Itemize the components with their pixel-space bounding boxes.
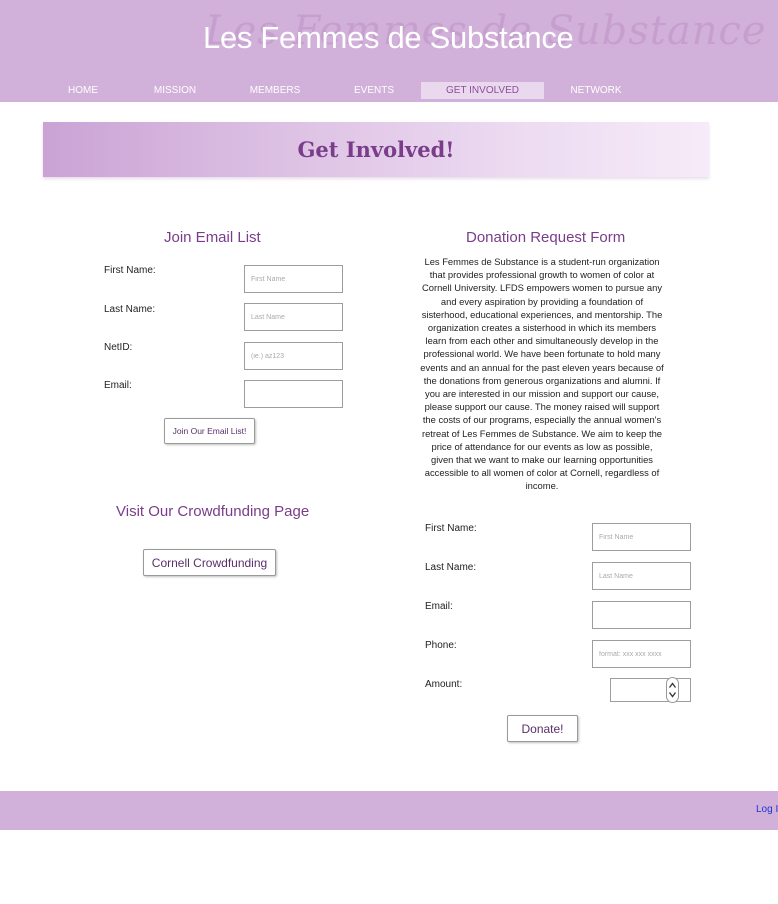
nav-get-involved[interactable]: GET INVOLVED bbox=[421, 82, 544, 99]
page-banner: Get Involved! bbox=[43, 122, 709, 177]
site-header: Les Femmes de Substance Les Femmes de Su… bbox=[0, 0, 778, 102]
site-title: Les Femmes de Substance bbox=[203, 20, 574, 55]
email-first-name-label: First Name: bbox=[104, 265, 156, 276]
netid-label: NetID: bbox=[104, 342, 133, 353]
donor-email-label: Email: bbox=[425, 601, 453, 612]
nav-home[interactable]: HOME bbox=[57, 82, 109, 99]
amount-label: Amount: bbox=[425, 679, 463, 690]
donor-last-name-label: Last Name: bbox=[425, 562, 477, 573]
donor-phone-label: Phone: bbox=[425, 640, 457, 651]
donor-email-input[interactable] bbox=[592, 601, 691, 629]
join-email-list-button[interactable]: Join Our Email List! bbox=[164, 418, 255, 444]
nav-network[interactable]: NETWORK bbox=[566, 82, 626, 99]
nav-mission[interactable]: MISSION bbox=[147, 82, 203, 99]
email-last-name-label: Last Name: bbox=[104, 304, 156, 315]
donate-button[interactable]: Donate! bbox=[507, 715, 578, 742]
email-list-heading: Join Email List bbox=[164, 229, 261, 246]
cornell-crowdfunding-button[interactable]: Cornell Crowdfunding bbox=[143, 549, 276, 576]
amount-number-input[interactable] bbox=[610, 677, 691, 703]
donor-first-name-label: First Name: bbox=[425, 523, 477, 534]
amount-stepper[interactable] bbox=[666, 677, 679, 703]
site-footer bbox=[0, 791, 778, 830]
page-title: Get Involved! bbox=[297, 137, 455, 162]
chevron-up-icon bbox=[668, 682, 677, 688]
netid-input[interactable] bbox=[244, 342, 343, 370]
email-label: Email: bbox=[104, 380, 132, 391]
donor-phone-input[interactable] bbox=[592, 640, 691, 668]
chevron-down-icon bbox=[668, 692, 677, 698]
email-last-name-input[interactable] bbox=[244, 303, 343, 331]
email-input[interactable] bbox=[244, 380, 343, 408]
email-first-name-input[interactable] bbox=[244, 265, 343, 293]
nav-members[interactable]: MEMBERS bbox=[245, 82, 305, 99]
donation-form-heading: Donation Request Form bbox=[466, 229, 626, 246]
nav-events[interactable]: EVENTS bbox=[347, 82, 401, 99]
crowdfunding-heading: Visit Our Crowdfunding Page bbox=[116, 503, 310, 520]
donation-description: Les Femmes de Substance is a student-run… bbox=[420, 256, 664, 492]
login-link[interactable]: Log In bbox=[756, 804, 778, 815]
donor-last-name-input[interactable] bbox=[592, 562, 691, 590]
donor-first-name-input[interactable] bbox=[592, 523, 691, 551]
